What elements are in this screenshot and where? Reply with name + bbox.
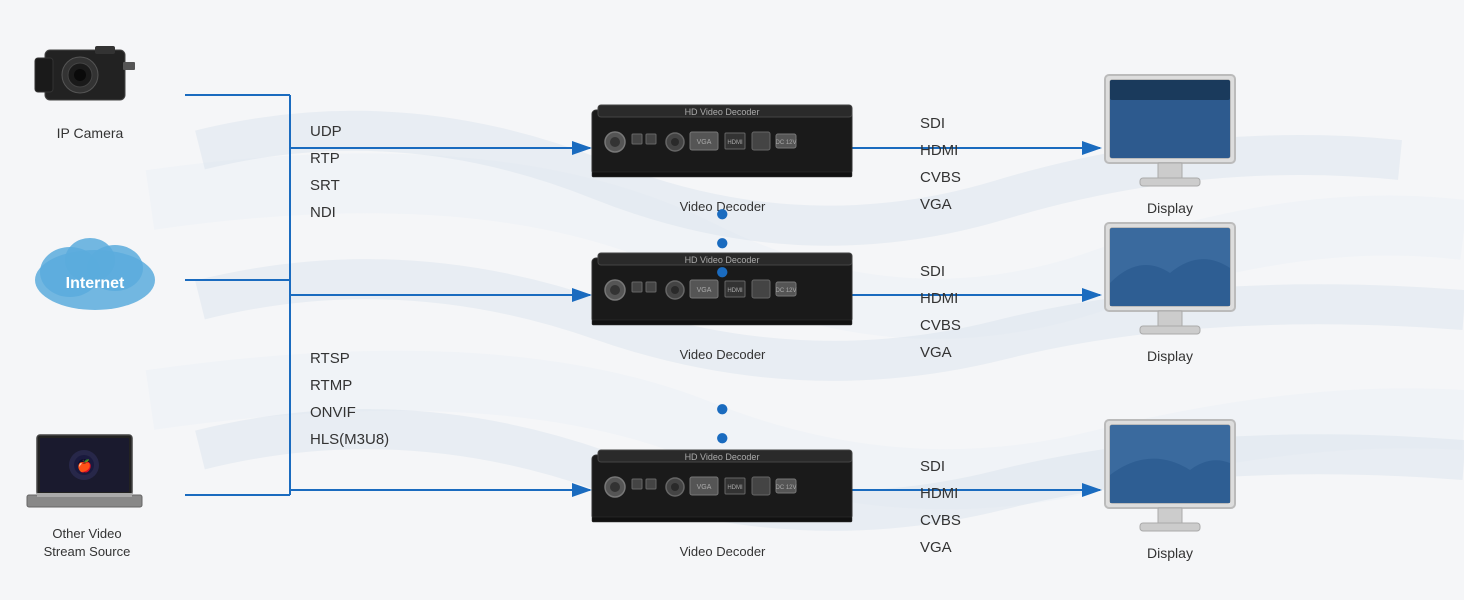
svg-text:VGA: VGA — [697, 139, 712, 146]
decoder-bottom-icon: HD Video Decoder VGA HDMI DC 12V — [590, 445, 855, 535]
dots-top: ●●● — [715, 200, 730, 286]
monitor-bottom-icon — [1100, 415, 1240, 535]
protocol-rtsp: RTSP — [310, 345, 389, 372]
output-labels-bottom: SDI HDMI CVBS VGA — [920, 453, 961, 561]
camera-label: IP Camera — [25, 125, 155, 141]
output-labels-middle: SDI HDMI CVBS VGA — [920, 258, 961, 366]
output-labels-top: SDI HDMI CVBS VGA — [920, 110, 961, 218]
protocols-top: UDP RTP SRT NDI — [310, 118, 342, 226]
camera-icon — [25, 30, 155, 115]
svg-text:🍎: 🍎 — [77, 458, 92, 473]
svg-text:DC 12V: DC 12V — [775, 140, 796, 146]
protocol-rtp: RTP — [310, 145, 342, 172]
decoder-bottom: HD Video Decoder VGA HDMI DC 12V Video D… — [590, 445, 855, 559]
protocol-rtmp: RTMP — [310, 372, 389, 399]
decoder-top: HD Video Decoder VGA HDMI DC 12V — [590, 100, 855, 214]
protocol-onvif: ONVIF — [310, 399, 389, 426]
output-hdmi-top: HDMI — [920, 137, 961, 164]
display-bottom: Display — [1100, 415, 1240, 561]
protocol-udp: UDP — [310, 118, 342, 145]
output-vga-mid: VGA — [920, 339, 961, 366]
monitor-middle-icon — [1100, 218, 1240, 338]
display-middle: Display — [1100, 218, 1240, 364]
svg-text:HDMI: HDMI — [727, 288, 743, 294]
svg-text:DC 12V: DC 12V — [775, 288, 796, 294]
laptop-label: Other VideoStream Source — [22, 525, 152, 561]
svg-text:VGA: VGA — [697, 484, 712, 491]
display-bottom-label: Display — [1100, 545, 1240, 561]
decoder-bottom-label: Video Decoder — [590, 544, 855, 559]
output-vga-top: VGA — [920, 191, 961, 218]
monitor-top-icon — [1100, 70, 1240, 190]
svg-text:VGA: VGA — [697, 287, 712, 294]
output-hdmi-mid: HDMI — [920, 285, 961, 312]
svg-text:HD Video Decoder: HD Video Decoder — [685, 107, 760, 117]
internet-node: Internet — [20, 220, 170, 325]
output-hdmi-bot: HDMI — [920, 480, 961, 507]
output-cvbs-mid: CVBS — [920, 312, 961, 339]
protocols-bottom: RTSP RTMP ONVIF HLS(M3U8) — [310, 345, 389, 453]
svg-text:HD Video Decoder: HD Video Decoder — [685, 452, 760, 462]
display-middle-label: Display — [1100, 348, 1240, 364]
cloud-icon: Internet — [20, 220, 170, 320]
protocol-srt: SRT — [310, 172, 342, 199]
laptop-node: 🍎 Other VideoStream Source — [22, 430, 152, 561]
output-vga-bot: VGA — [920, 534, 961, 561]
display-top-label: Display — [1100, 200, 1240, 216]
decoder-top-icon: HD Video Decoder VGA HDMI DC 12V — [590, 100, 855, 190]
svg-text:Internet: Internet — [66, 275, 125, 292]
output-cvbs-bot: CVBS — [920, 507, 961, 534]
output-sdi-mid: SDI — [920, 258, 961, 285]
svg-text:DC 12V: DC 12V — [775, 485, 796, 491]
diagram-container: IP Camera Internet 🍎 — [0, 0, 1464, 600]
output-cvbs-top: CVBS — [920, 164, 961, 191]
svg-text:HDMI: HDMI — [727, 485, 743, 491]
protocol-ndi: NDI — [310, 199, 342, 226]
svg-text:HDMI: HDMI — [727, 140, 743, 146]
display-top: Display — [1100, 70, 1240, 216]
protocol-hls: HLS(M3U8) — [310, 426, 389, 453]
ip-camera-node: IP Camera — [25, 30, 155, 141]
output-sdi-bot: SDI — [920, 453, 961, 480]
output-sdi-top: SDI — [920, 110, 961, 137]
decoder-middle-label: Video Decoder — [590, 347, 855, 362]
laptop-icon: 🍎 — [22, 430, 152, 515]
